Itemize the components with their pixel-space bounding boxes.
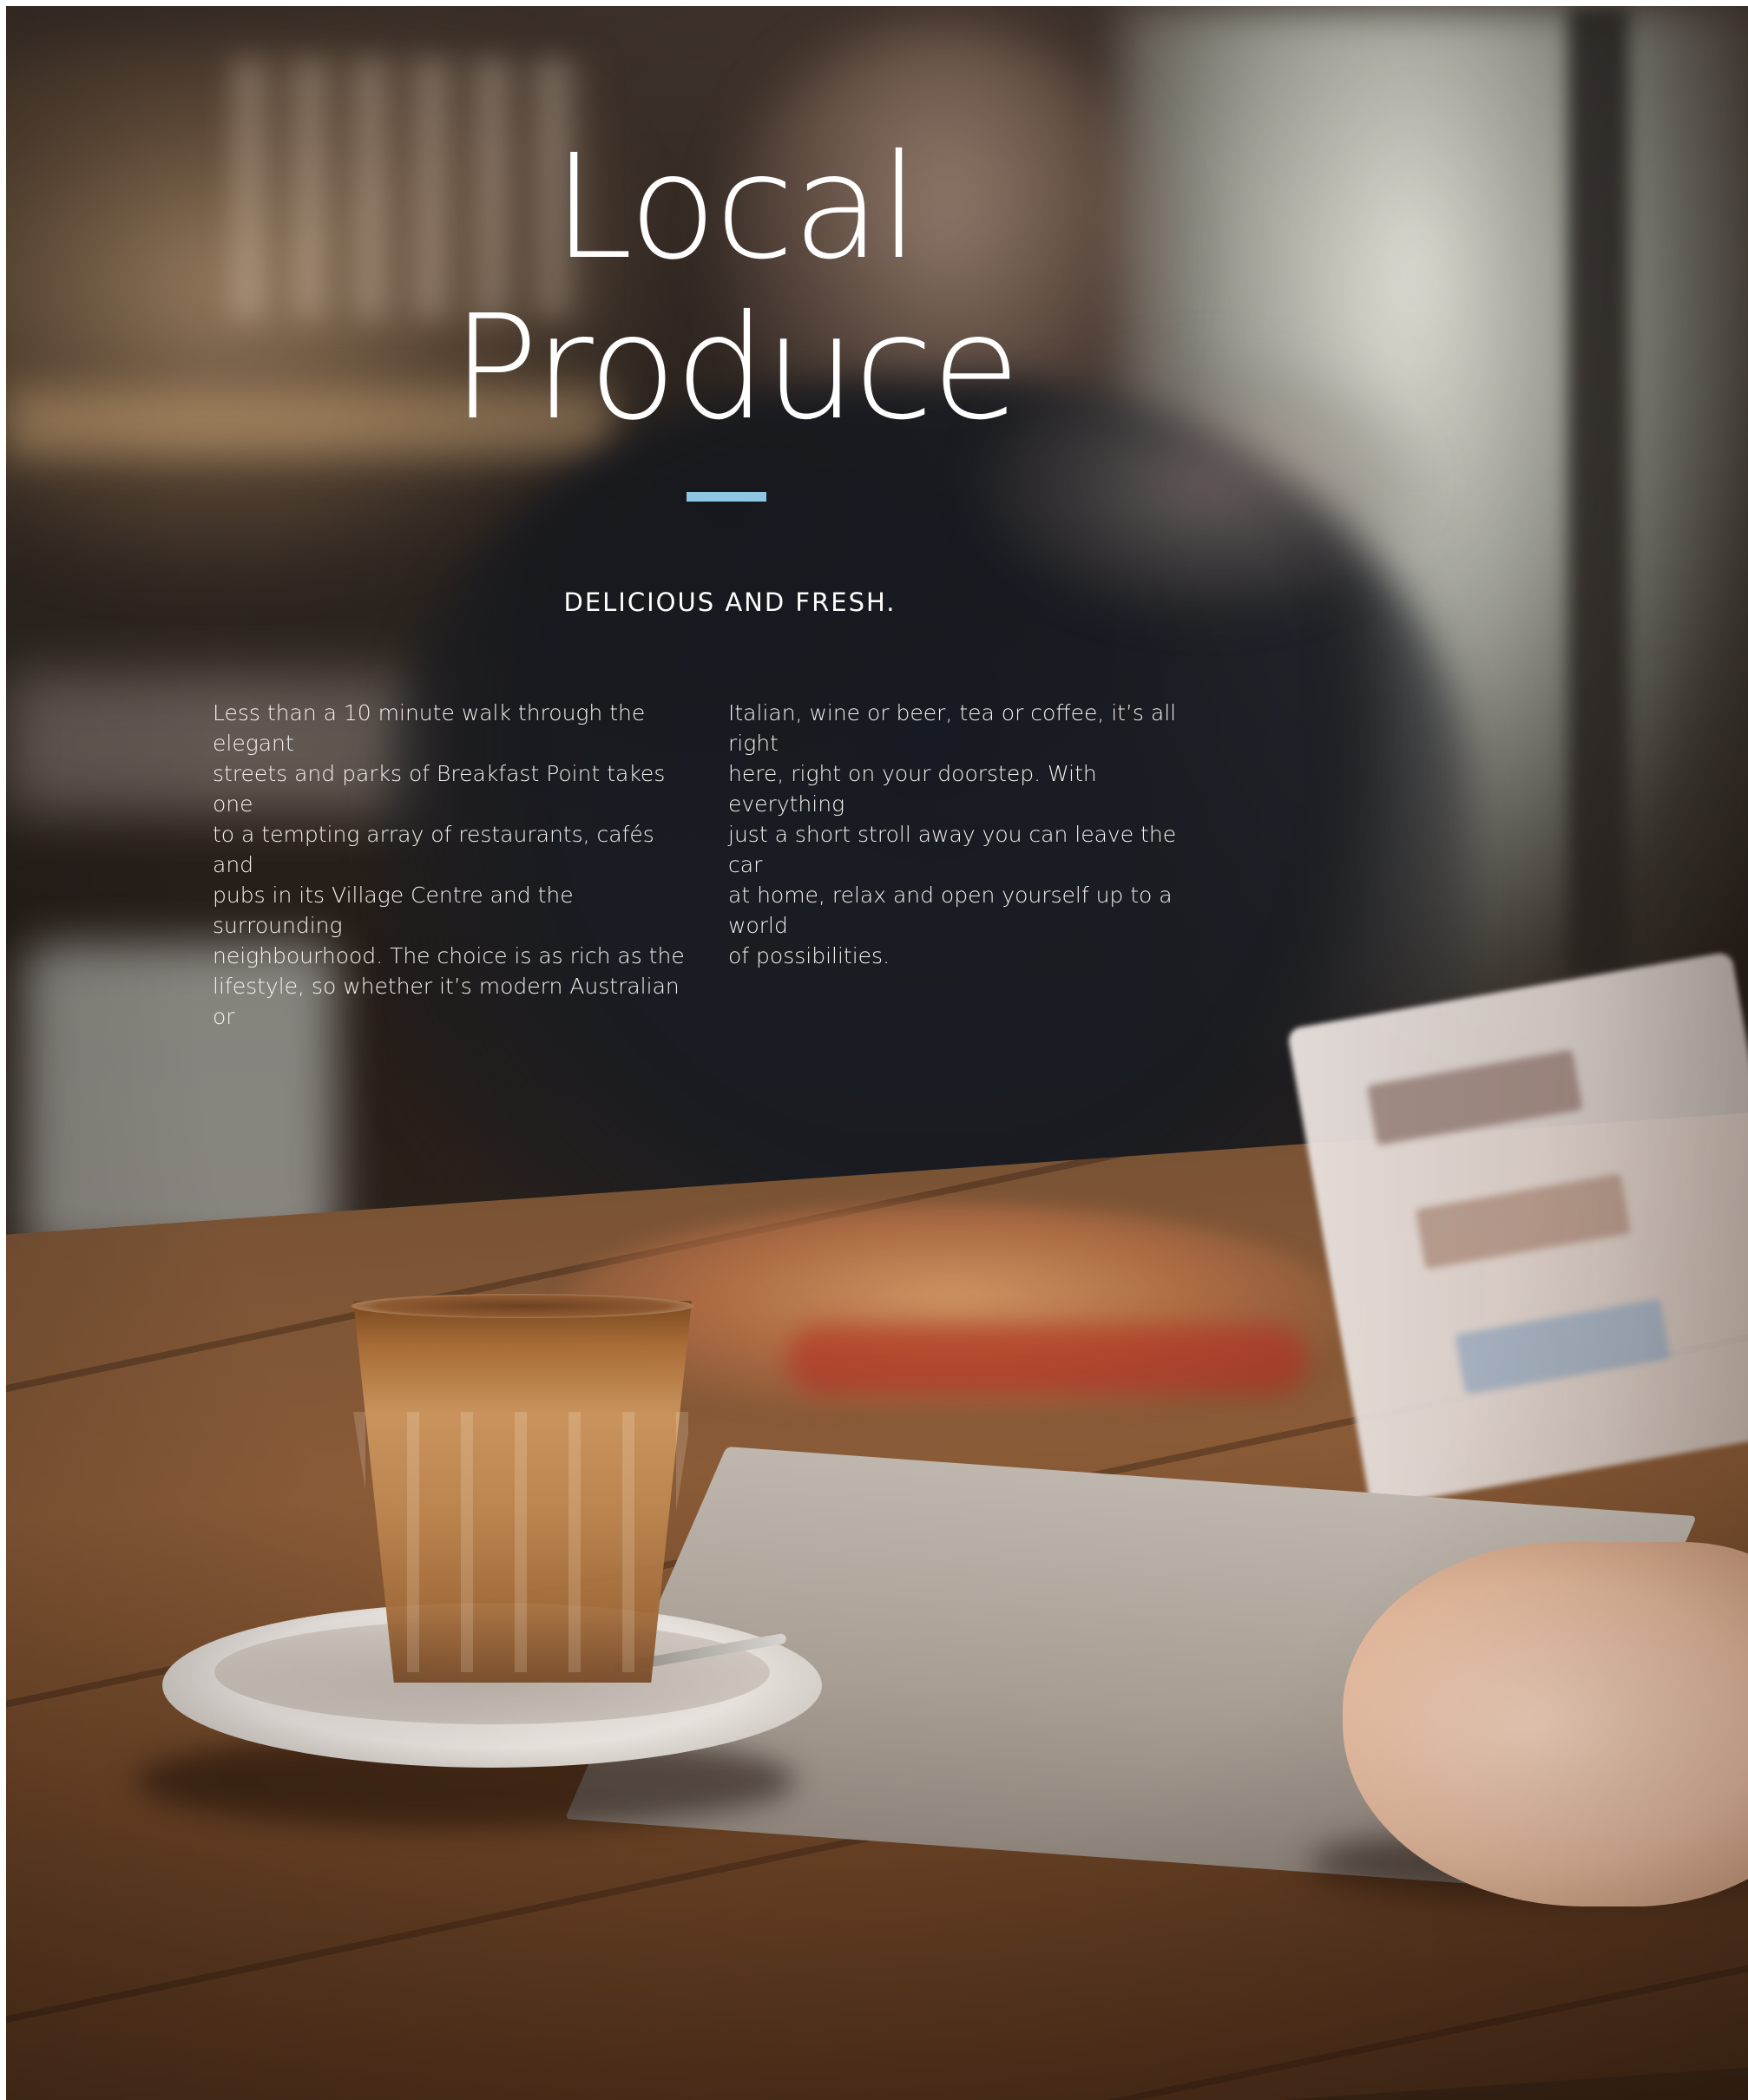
- brochure-page: Local Produce DELICIOUS AND FRESH. Less …: [6, 6, 1748, 2100]
- body-line: Italian, wine or beer, tea or coffee, it…: [728, 700, 1177, 756]
- body-text-right-column: Italian, wine or beer, tea or coffee, it…: [728, 698, 1214, 971]
- page-content: Local Produce DELICIOUS AND FRESH. Less …: [6, 6, 1748, 2100]
- section-subtitle: DELICIOUS AND FRESH.: [563, 587, 897, 617]
- body-line: neighbourhood. The choice is as rich as …: [213, 943, 685, 968]
- body-line: just a short stroll away you can leave t…: [728, 822, 1177, 877]
- body-line: pubs in its Village Centre and the surro…: [213, 883, 574, 938]
- body-line: at home, relax and open yourself up to a…: [728, 883, 1173, 938]
- accent-divider: [687, 492, 766, 502]
- body-line: streets and parks of Breakfast Point tak…: [213, 761, 666, 817]
- body-text-left-column: Less than a 10 minute walk through the e…: [213, 698, 699, 1032]
- body-line: here, right on your doorstep. With every…: [728, 761, 1097, 817]
- body-line: to a tempting array of restaurants, café…: [213, 822, 654, 877]
- body-line: lifestyle, so whether it’s modern Austra…: [213, 974, 680, 1029]
- body-line: of possibilities.: [728, 943, 890, 968]
- page-title-line-1: Local: [552, 124, 919, 292]
- body-line: Less than a 10 minute walk through the e…: [213, 700, 646, 756]
- page-title-line-2: Produce: [451, 285, 1020, 452]
